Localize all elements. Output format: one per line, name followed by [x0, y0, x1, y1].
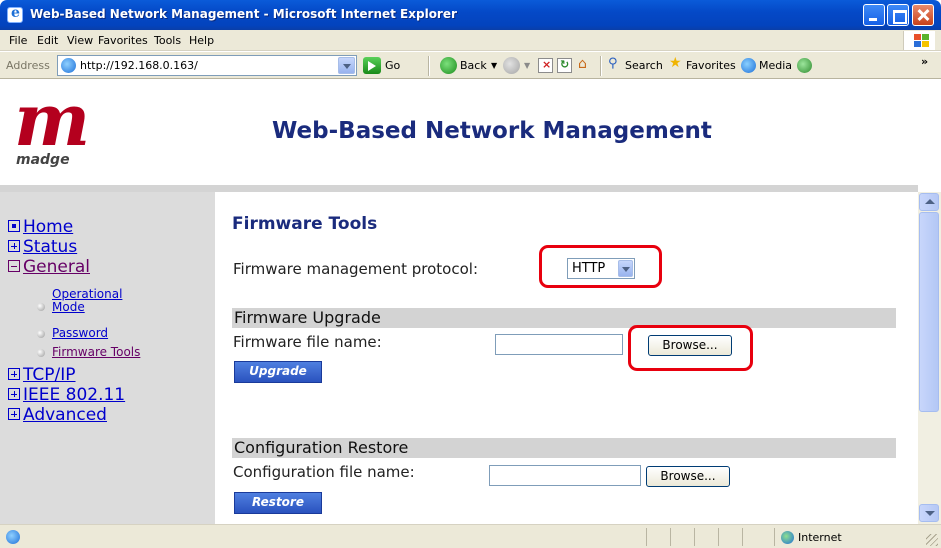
nav-status[interactable]: Status — [8, 237, 77, 257]
window-title: Web-Based Network Management - Microsoft… — [30, 7, 457, 21]
refresh-icon[interactable]: ↻ — [557, 58, 572, 73]
madge-logo-text: madge — [16, 152, 70, 168]
collapse-minus-icon — [8, 260, 20, 272]
firmware-upgrade-header: Firmware Upgrade — [232, 308, 896, 328]
header-divider — [0, 185, 918, 192]
config-browse-button[interactable]: Browse... — [646, 466, 730, 487]
close-button[interactable] — [912, 4, 934, 26]
page-title: Web-Based Network Management — [272, 118, 712, 144]
nav-tcpip[interactable]: TCP/IP — [8, 365, 76, 385]
toolbar-separator — [600, 56, 602, 76]
menu-view[interactable]: View — [67, 34, 93, 47]
page-viewport: m madge Web-Based Network Management Hom… — [0, 80, 941, 524]
menu-bar: File Edit View Favorites Tools Help — [0, 30, 941, 51]
forward-arrow-icon[interactable] — [503, 57, 520, 74]
back-button[interactable]: Back — [460, 59, 487, 72]
favorites-button[interactable]: Favorites — [686, 59, 736, 72]
stop-icon[interactable]: × — [538, 58, 553, 73]
minimize-button[interactable] — [863, 4, 885, 26]
nav-general[interactable]: General — [8, 257, 90, 277]
madge-logo-icon: m — [14, 80, 90, 162]
search-button[interactable]: Search — [625, 59, 663, 72]
go-button[interactable]: Go — [385, 59, 400, 72]
go-arrow-icon[interactable] — [363, 57, 381, 74]
upgrade-button[interactable]: Upgrade — [234, 361, 322, 383]
media-button[interactable]: Media — [759, 59, 792, 72]
nav-operational-mode[interactable]: Operational Mode — [52, 288, 152, 314]
firmware-file-label: Firmware file name: — [233, 333, 382, 351]
status-separator — [742, 528, 743, 546]
menu-edit[interactable]: Edit — [37, 34, 58, 47]
search-icon[interactable]: ⚲ — [608, 56, 618, 71]
address-label: Address — [6, 59, 50, 72]
home-icon[interactable]: ⌂ — [578, 56, 593, 73]
bullet-icon — [37, 330, 45, 338]
scroll-thumb[interactable] — [919, 212, 939, 412]
dot-box-icon — [8, 220, 20, 232]
page-header: m madge Web-Based Network Management — [0, 80, 941, 186]
ie-icon — [7, 5, 23, 23]
bullet-icon — [37, 303, 45, 311]
firmware-file-input[interactable] — [495, 334, 623, 355]
status-separator — [774, 528, 775, 546]
forward-dropdown-icon[interactable]: ▼ — [524, 61, 530, 70]
menu-file[interactable]: File — [9, 34, 27, 47]
favorites-star-icon[interactable]: ★ — [669, 55, 682, 71]
config-file-label: Configuration file name: — [233, 463, 415, 481]
nav-advanced[interactable]: Advanced — [8, 405, 107, 425]
toolbar-overflow-icon[interactable]: » — [921, 55, 928, 68]
maximize-button[interactable] — [887, 4, 909, 26]
bullet-icon — [37, 349, 45, 357]
protocol-label: Firmware management protocol: — [233, 260, 479, 278]
restore-button[interactable]: Restore — [234, 492, 322, 514]
expand-plus-icon — [8, 408, 20, 420]
scroll-up-icon[interactable] — [919, 193, 939, 211]
nav-password[interactable]: Password — [52, 327, 108, 340]
protocol-highlight-annotation — [539, 245, 662, 288]
scroll-down-icon[interactable] — [919, 504, 939, 522]
nav-firmware-tools[interactable]: Firmware Tools — [52, 346, 140, 359]
address-bar: Address http://192.168.0.163/ Go Back ▼ … — [0, 52, 941, 79]
status-separator — [694, 528, 695, 546]
back-dropdown-icon[interactable]: ▼ — [491, 61, 497, 70]
nav-home[interactable]: Home — [8, 217, 73, 237]
security-zone-label: Internet — [798, 531, 842, 544]
expand-plus-icon — [8, 240, 20, 252]
vertical-scrollbar[interactable] — [918, 192, 941, 524]
status-bar: Internet — [0, 524, 941, 548]
section-title: Firmware Tools — [232, 214, 378, 234]
history-icon[interactable] — [797, 58, 812, 73]
address-url: http://192.168.0.163/ — [80, 59, 198, 72]
browse-highlight-annotation — [628, 325, 753, 371]
page-status-icon — [6, 530, 20, 544]
status-separator — [646, 528, 647, 546]
address-dropdown-button[interactable] — [338, 57, 355, 74]
menu-tools[interactable]: Tools — [154, 34, 181, 47]
address-input[interactable]: http://192.168.0.163/ — [57, 55, 357, 76]
main-content: Firmware Tools Firmware management proto… — [215, 192, 918, 524]
expand-plus-icon — [8, 368, 20, 380]
windows-flag-icon — [903, 31, 935, 50]
sidebar: Home Status General Operational Mode Pas… — [0, 192, 215, 524]
toolbar-separator — [428, 56, 430, 76]
expand-plus-icon — [8, 388, 20, 400]
internet-zone-icon — [781, 531, 794, 544]
resize-grip-icon[interactable] — [926, 534, 938, 546]
nav-ieee-80211[interactable]: IEEE 802.11 — [8, 385, 125, 405]
status-separator — [670, 528, 671, 546]
title-bar: Web-Based Network Management - Microsoft… — [0, 0, 941, 30]
status-separator — [718, 528, 719, 546]
menu-favorites[interactable]: Favorites — [98, 34, 148, 47]
back-arrow-icon[interactable] — [440, 57, 457, 74]
page-icon — [61, 58, 76, 73]
configuration-restore-header: Configuration Restore — [232, 438, 896, 458]
config-file-input[interactable] — [489, 465, 641, 486]
menu-help[interactable]: Help — [189, 34, 214, 47]
media-icon[interactable] — [741, 58, 756, 73]
